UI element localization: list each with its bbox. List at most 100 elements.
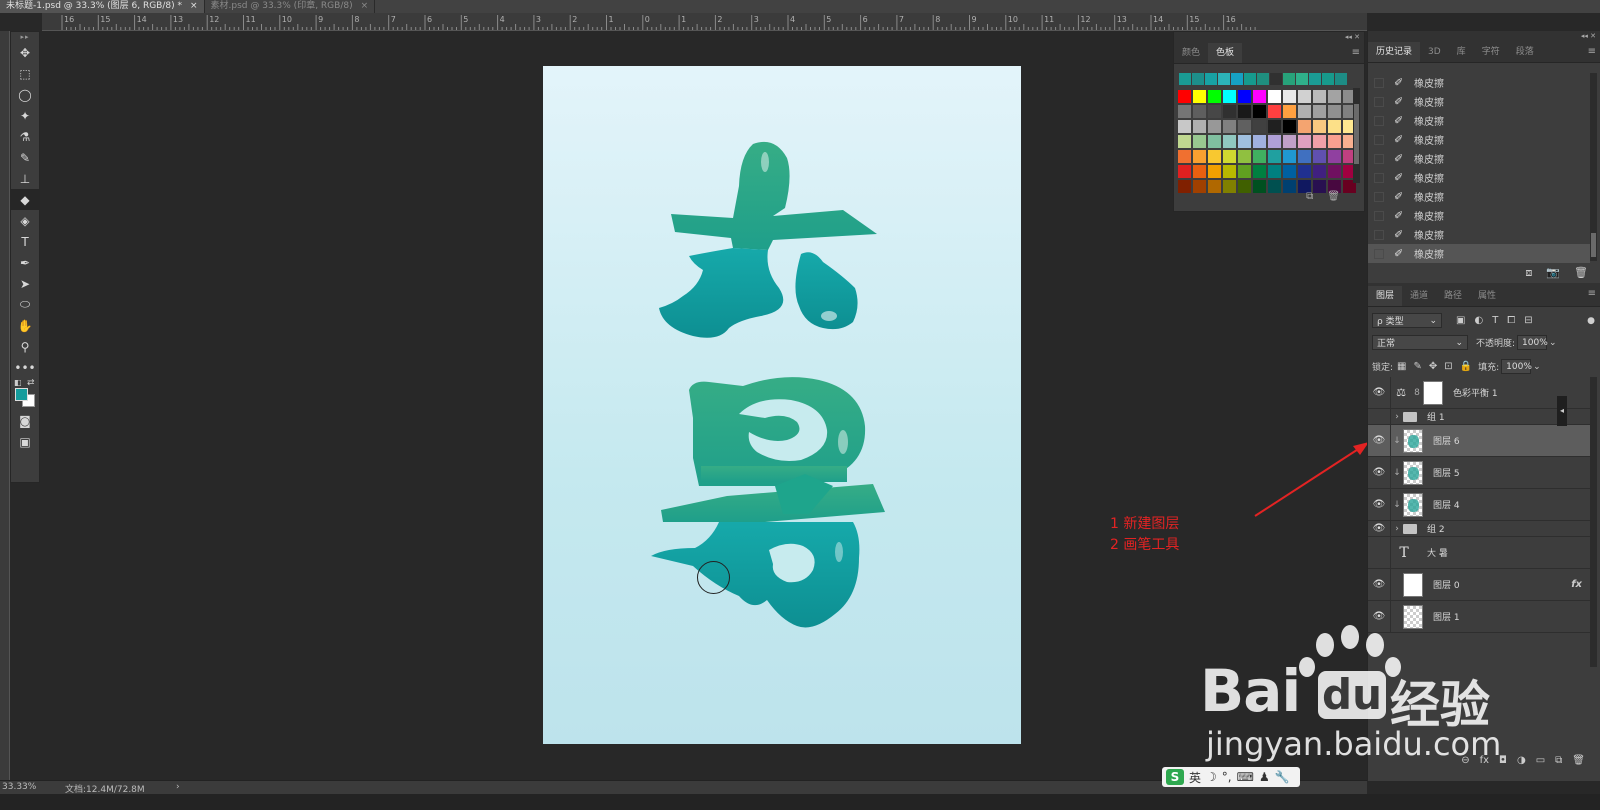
swatch[interactable] <box>1268 165 1281 178</box>
swatch[interactable] <box>1178 105 1191 118</box>
swatch[interactable] <box>1193 120 1206 133</box>
swatch[interactable] <box>1223 120 1236 133</box>
swatch[interactable] <box>1223 150 1236 163</box>
swatch[interactable] <box>1283 90 1296 103</box>
history-item[interactable]: ✐ 橡皮擦 <box>1368 244 1590 263</box>
history-item[interactable]: ✐ 橡皮擦 <box>1368 149 1590 168</box>
swatch[interactable] <box>1283 180 1296 193</box>
magic-wand-tool[interactable]: ✦ <box>11 105 39 126</box>
snapshot-camera-icon[interactable]: 📷 <box>1546 266 1560 280</box>
swatch[interactable] <box>1178 180 1191 193</box>
layer-name[interactable]: 图层 5 <box>1433 466 1460 479</box>
layer-mask-thumbnail[interactable] <box>1423 380 1443 405</box>
swatches-panel-menu-icon[interactable]: ≡ <box>1352 47 1360 58</box>
layer-row[interactable]: 👁 图层 0 fx <box>1368 569 1590 601</box>
swatch[interactable] <box>1238 180 1251 193</box>
layer-name[interactable]: 大 暑 <box>1427 546 1448 559</box>
swatch[interactable] <box>1313 150 1326 163</box>
swatch[interactable] <box>1238 120 1251 133</box>
swatch[interactable] <box>1283 150 1296 163</box>
ime-tools-icon[interactable]: 🔧 <box>1275 770 1290 784</box>
swatch[interactable] <box>1253 180 1266 193</box>
swatch[interactable] <box>1328 165 1341 178</box>
swatch[interactable] <box>1205 73 1217 85</box>
opacity-input[interactable]: 100% <box>1517 335 1548 350</box>
swatch[interactable] <box>1193 105 1206 118</box>
swatch[interactable] <box>1178 90 1191 103</box>
swatch[interactable] <box>1179 73 1191 85</box>
swatch[interactable] <box>1193 135 1206 148</box>
quick-mask-button[interactable]: ◙ <box>11 410 39 431</box>
tab-properties[interactable]: 属性 <box>1470 286 1504 306</box>
swatch[interactable] <box>1238 135 1251 148</box>
tab-color[interactable]: 颜色 <box>1174 43 1208 63</box>
layer-row[interactable]: 👁 ↓ 图层 5 <box>1368 457 1590 489</box>
panel-collapse-strip[interactable]: ◂◂ ✕ <box>1174 32 1364 42</box>
swatch[interactable] <box>1283 135 1296 148</box>
panel-expand-button[interactable]: ◂ <box>1557 396 1567 426</box>
delete-swatch-icon[interactable]: 🗑 <box>1327 191 1340 202</box>
stamp-tool[interactable]: ⊥ <box>11 168 39 189</box>
history-item[interactable]: ✐ 橡皮擦 <box>1368 73 1590 92</box>
swatch[interactable] <box>1193 150 1206 163</box>
default-colors-icon[interactable]: ◧ <box>14 378 22 387</box>
lock-image-icon[interactable]: ✎ <box>1414 361 1422 372</box>
swatch[interactable] <box>1178 150 1191 163</box>
swatch[interactable] <box>1313 135 1326 148</box>
swatch[interactable] <box>1208 165 1221 178</box>
move-tool[interactable]: ✥ <box>11 42 39 63</box>
eyedropper-tool[interactable]: ⚗ <box>11 126 39 147</box>
ime-symbols-icon[interactable]: °, <box>1222 770 1232 784</box>
new-document-from-state-icon[interactable]: ⧈ <box>1525 266 1532 280</box>
status-menu-arrow[interactable]: › <box>176 782 180 792</box>
swatch[interactable] <box>1231 73 1243 85</box>
swatch[interactable] <box>1322 73 1334 85</box>
swatch[interactable] <box>1298 120 1311 133</box>
swatch[interactable] <box>1208 105 1221 118</box>
swatch[interactable] <box>1313 105 1326 118</box>
visibility-eye-icon[interactable]: 👁 <box>1368 467 1390 478</box>
swatch[interactable] <box>1268 105 1281 118</box>
foreground-color-swatch[interactable] <box>15 388 28 401</box>
swatch[interactable] <box>1298 165 1311 178</box>
layer-name[interactable]: 图层 6 <box>1433 434 1460 447</box>
tab-library[interactable]: 库 <box>1449 42 1474 62</box>
history-item[interactable]: ✐ 橡皮擦 <box>1368 187 1590 206</box>
tab-paths[interactable]: 路径 <box>1436 286 1470 306</box>
layers-panel-menu-icon[interactable]: ≡ <box>1588 288 1596 299</box>
zoom-level[interactable]: 33.33% <box>2 782 36 792</box>
visibility-eye-icon[interactable]: 👁 <box>1368 387 1390 398</box>
visibility-eye-icon[interactable]: 👁 <box>1368 547 1390 558</box>
document-canvas[interactable] <box>543 66 1021 744</box>
history-scrollbar[interactable] <box>1590 73 1597 261</box>
tab-3d[interactable]: 3D <box>1420 42 1449 62</box>
tab-history[interactable]: 历史记录 <box>1368 42 1421 62</box>
swatch[interactable] <box>1178 120 1191 133</box>
swatch[interactable] <box>1328 90 1341 103</box>
brush-tool[interactable]: ✎ <box>11 147 39 168</box>
layer-name[interactable]: 组 1 <box>1427 410 1445 423</box>
path-selection-tool[interactable]: ➤ <box>11 273 39 294</box>
swatch[interactable] <box>1283 73 1295 85</box>
delete-state-icon[interactable]: 🗑 <box>1574 266 1588 280</box>
layer-row[interactable]: 👁 ↓ 图层 4 <box>1368 489 1590 521</box>
history-panel-menu-icon[interactable]: ≡ <box>1588 46 1596 57</box>
swatch[interactable] <box>1268 150 1281 163</box>
swatch[interactable] <box>1283 105 1296 118</box>
swatch[interactable] <box>1253 150 1266 163</box>
layer-row[interactable]: 👁 › 组 2 <box>1368 521 1590 537</box>
swatch[interactable] <box>1253 135 1266 148</box>
layer-row[interactable]: 👁 ↓ 图层 6 <box>1368 425 1590 457</box>
swatch[interactable] <box>1244 73 1256 85</box>
swatch[interactable] <box>1178 135 1191 148</box>
zoom-tool[interactable]: ⚲ <box>11 336 39 357</box>
swatch[interactable] <box>1298 135 1311 148</box>
paint-bucket-tool[interactable]: ◈ <box>11 210 39 231</box>
filter-adjustment-icon[interactable]: ◐ <box>1474 315 1483 326</box>
filter-shape-icon[interactable]: ⧠ <box>1507 315 1515 326</box>
swatch[interactable] <box>1268 135 1281 148</box>
filter-type-icon[interactable]: T <box>1492 315 1498 326</box>
visibility-eye-icon[interactable]: 👁 <box>1368 435 1390 446</box>
swatch[interactable] <box>1238 150 1251 163</box>
swatch[interactable] <box>1296 73 1308 85</box>
